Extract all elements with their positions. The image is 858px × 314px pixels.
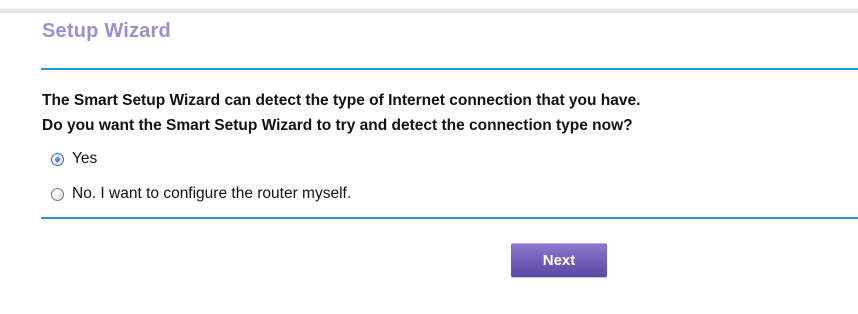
option-yes-label: Yes — [72, 150, 98, 167]
radio-no[interactable] — [51, 187, 64, 201]
question-text-line-2: Do you want the Smart Setup Wizard to tr… — [42, 117, 633, 134]
page-title: Setup Wizard — [42, 20, 171, 42]
question-text-line-1: The Smart Setup Wizard can detect the ty… — [42, 92, 641, 109]
radio-yes[interactable] — [51, 152, 64, 166]
option-yes[interactable]: Yes — [51, 150, 97, 168]
divider-top — [41, 68, 858, 70]
top-border-strip — [0, 0, 858, 13]
next-button[interactable]: Next — [511, 243, 607, 277]
option-no-label: No. I want to configure the router mysel… — [72, 185, 352, 202]
option-no[interactable]: No. I want to configure the router mysel… — [51, 185, 351, 203]
divider-bottom — [41, 217, 858, 219]
